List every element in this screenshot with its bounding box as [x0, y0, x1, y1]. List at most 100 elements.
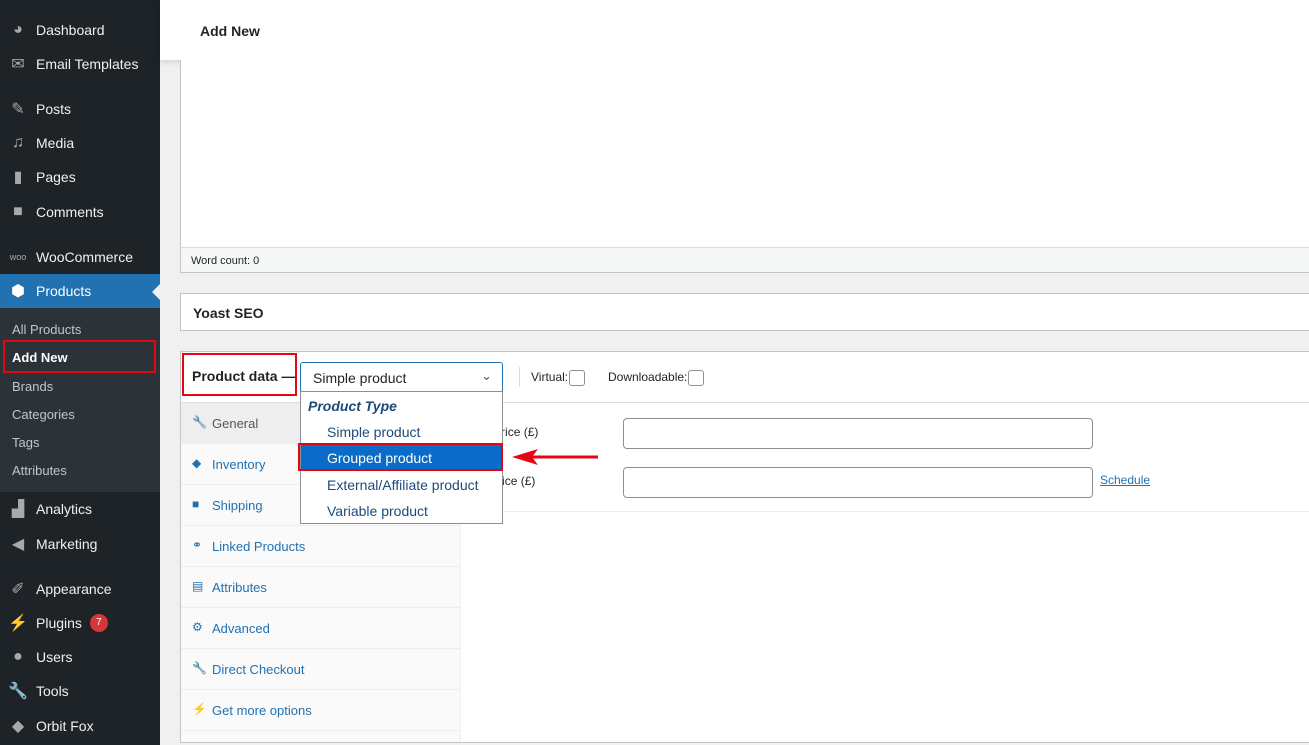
list-icon: ▤	[192, 579, 204, 593]
option-external-affiliate-product[interactable]: External/Affiliate product	[301, 472, 502, 498]
tab-label: Advanced	[212, 621, 270, 636]
tab-label: General	[212, 416, 259, 431]
tab-direct-checkout[interactable]: 🔧 Direct Checkout	[181, 649, 461, 690]
menu-label: Products	[36, 283, 92, 299]
tab-get-more-options[interactable]: ⚡ Get more options	[181, 690, 461, 731]
tag-icon: ◆	[192, 456, 202, 470]
content-editor[interactable]: Word count: 0	[180, 60, 1309, 273]
chevron-down-icon: ⌄	[481, 368, 492, 383]
menu-woocommerce[interactable]: woo WooCommerce	[0, 240, 160, 274]
menu-label: Marketing	[36, 536, 98, 552]
gear-icon: ⚙	[192, 620, 203, 634]
tab-label: Get more options	[212, 703, 312, 718]
wrench-icon: 🔧	[8, 683, 28, 700]
menu-plugins[interactable]: ⚡ Plugins 7	[0, 606, 160, 640]
submenu-brands[interactable]: Brands	[12, 379, 53, 394]
wrench-icon: 🔧	[192, 661, 207, 675]
tab-label: Attributes	[212, 580, 267, 595]
schedule-link[interactable]: Schedule	[1100, 473, 1150, 487]
option-simple-product[interactable]: Simple product	[301, 419, 502, 445]
highlight-box	[182, 353, 297, 396]
downloadable-label: Downloadable:	[608, 370, 688, 385]
regular-price-input[interactable]	[623, 418, 1093, 449]
menu-label: WooCommerce	[36, 249, 133, 265]
menu-label: Dashboard	[36, 22, 105, 38]
email-icon: ✉	[11, 56, 25, 73]
bar-chart-icon: ▟	[11, 501, 25, 518]
plugins-update-badge: 7	[89, 614, 108, 632]
selected-value: Simple product	[313, 370, 407, 386]
fox-icon: ◆	[11, 718, 25, 735]
menu-label: Posts	[36, 101, 72, 117]
tab-label: Direct Checkout	[212, 662, 305, 677]
virtual-label: Virtual:	[531, 370, 569, 385]
highlight-box	[298, 443, 503, 471]
submenu-all-products[interactable]: All Products	[12, 322, 81, 337]
page-title: Add New	[200, 23, 260, 39]
menu-label: Media	[36, 135, 75, 151]
user-icon: ●	[13, 648, 23, 665]
menu-tools[interactable]: 🔧 Tools	[0, 674, 160, 708]
menu-orbit-fox[interactable]: ◆ Orbit Fox	[0, 709, 160, 743]
menu-label: Appearance	[36, 581, 112, 597]
truck-icon: ■	[192, 497, 200, 511]
menu-label: Analytics	[36, 501, 93, 517]
menu-appearance[interactable]: ✐ Appearance	[0, 572, 160, 606]
menu-label: Email Templates	[36, 56, 139, 72]
menu-comments[interactable]: ■ Comments	[0, 195, 160, 229]
virtual-option[interactable]: Virtual:	[531, 370, 586, 386]
highlight-box	[3, 340, 156, 373]
brush-icon: ✐	[11, 581, 25, 598]
yoast-seo-panel[interactable]: Yoast SEO	[180, 293, 1309, 331]
menu-media[interactable]: ♫ Media	[0, 126, 160, 160]
pin-icon: ✎	[11, 101, 25, 118]
link-icon: ⚭	[192, 538, 203, 552]
menu-pages[interactable]: ▮ Pages	[0, 160, 160, 194]
menu-analytics[interactable]: ▟ Analytics	[0, 492, 160, 526]
products-submenu: All Products Add New Brands Categories T…	[0, 308, 160, 492]
word-count: Word count: 0	[181, 247, 1309, 272]
top-header: Add New	[160, 0, 1309, 60]
menu-label: Users	[36, 649, 73, 665]
menu-label: Tools	[36, 683, 69, 699]
virtual-checkbox[interactable]	[569, 370, 586, 386]
pages-icon: ▮	[13, 169, 23, 186]
menu-users[interactable]: ● Users	[0, 640, 160, 674]
menu-label: Comments	[36, 204, 104, 220]
menu-posts[interactable]: ✎ Posts	[0, 92, 160, 126]
menu-products[interactable]: ⬢ Products	[0, 274, 160, 308]
submenu-attributes[interactable]: Attributes	[12, 463, 67, 478]
menu-dashboard[interactable]: ◕ Dashboard	[0, 13, 160, 47]
red-arrow-annotation	[512, 449, 598, 465]
divider	[461, 511, 1309, 512]
sale-price-input[interactable]	[623, 467, 1093, 498]
submenu-categories[interactable]: Categories	[12, 407, 75, 422]
megaphone-icon: ◀	[11, 536, 25, 553]
menu-label: Pages	[36, 169, 76, 185]
menu-label: Plugins	[36, 615, 82, 631]
product-type-select[interactable]: Simple product ⌄	[300, 362, 503, 393]
admin-sidebar: ◕ Dashboard ✉ Email Templates ✎ Posts ♫ Medi…	[0, 0, 160, 745]
dropdown-group-label: Product Type	[308, 398, 397, 414]
tab-label: Linked Products	[212, 539, 306, 554]
divider	[519, 367, 520, 387]
menu-marketing[interactable]: ◀ Marketing	[0, 527, 160, 561]
media-icon: ♫	[12, 134, 24, 151]
menu-label: Orbit Fox	[36, 718, 94, 734]
dashboard-icon: ◕	[13, 21, 23, 38]
submenu-tags[interactable]: Tags	[12, 435, 39, 450]
woo-icon: woo	[9, 252, 27, 262]
tab-linked-products[interactable]: ⚭ Linked Products	[181, 526, 461, 567]
comment-icon: ■	[13, 203, 23, 220]
wrench-icon: 🔧	[192, 415, 207, 429]
downloadable-option[interactable]: Downloadable:	[608, 370, 705, 386]
tab-label: Shipping	[212, 498, 263, 513]
box-icon: ⬢	[11, 283, 25, 300]
tab-attributes[interactable]: ▤ Attributes	[181, 567, 461, 608]
downloadable-checkbox[interactable]	[688, 370, 705, 386]
tab-label: Inventory	[212, 457, 266, 472]
option-variable-product[interactable]: Variable product	[301, 498, 502, 524]
plug-icon: ⚡	[8, 615, 28, 632]
menu-email-templates[interactable]: ✉ Email Templates	[0, 47, 160, 81]
tab-advanced[interactable]: ⚙ Advanced	[181, 608, 461, 649]
